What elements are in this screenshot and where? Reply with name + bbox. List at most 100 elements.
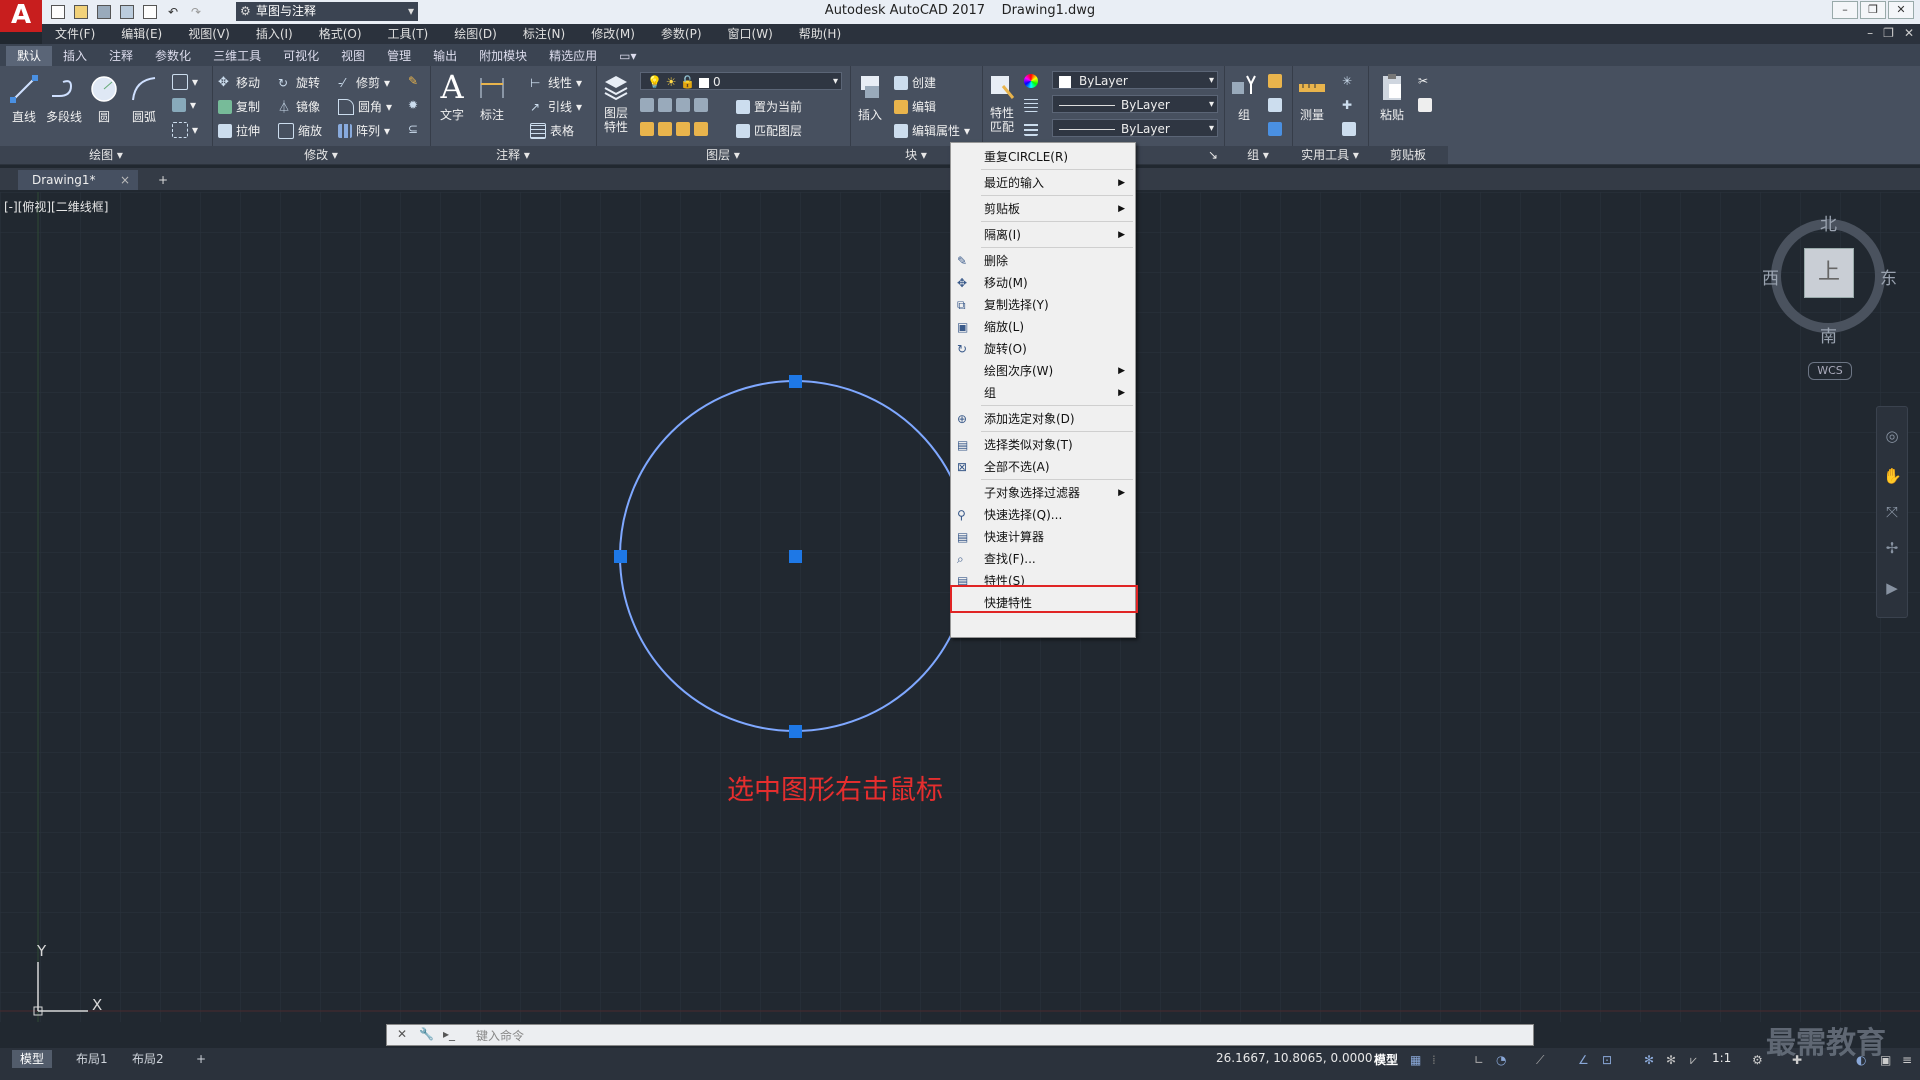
ribbon-tab-0[interactable]: 默认 (6, 46, 53, 66)
ribbon-tab-2[interactable]: 注释 (98, 46, 144, 66)
viewport-controls[interactable]: [-][俯视][二维线框] (4, 198, 108, 215)
arc-tool[interactable]: 圆弧 (124, 70, 164, 125)
layer-tools-row1[interactable] (640, 98, 708, 112)
viewcube[interactable]: 上 北 南 东 西 (1762, 215, 1897, 347)
context-menu-item[interactable]: ⊕ 添加选定对象(D) (951, 408, 1135, 430)
layer-properties-tool[interactable]: 图层特性 (596, 68, 636, 134)
copy-tool[interactable]: 复制 (218, 98, 260, 115)
match-layer-tool[interactable]: 匹配图层 (736, 122, 802, 139)
group-select-tool[interactable] (1268, 122, 1282, 136)
auto-scale-icon[interactable]: ✻ (1666, 1053, 1678, 1067)
menu-item-0[interactable]: 文件(F) (42, 24, 108, 44)
erase-tool[interactable]: ✎ (408, 74, 422, 88)
context-menu-item[interactable]: ↻ 旋转(O) (951, 338, 1135, 360)
table-tool[interactable]: 表格 (530, 122, 574, 139)
group-edit-tool[interactable] (1268, 98, 1282, 112)
panel-utilities-title[interactable]: 实用工具 ▾ (1292, 146, 1368, 164)
close-button[interactable]: ✕ (1888, 1, 1914, 19)
ribbon-tab-4[interactable]: 三维工具 (202, 46, 272, 66)
compass-west[interactable]: 西 (1762, 264, 1779, 289)
compass-south[interactable]: 南 (1820, 322, 1837, 347)
copy-clip-tool[interactable] (1418, 98, 1432, 112)
panel-annotation-title[interactable]: 注释 ▾ (430, 146, 596, 164)
redo-icon[interactable]: ↷ (186, 3, 206, 21)
explode-tool[interactable]: ✹ (408, 98, 422, 112)
group-tool[interactable]: 组 (1224, 68, 1264, 123)
ribbon-tab-1[interactable]: 插入 (52, 46, 98, 66)
context-menu-item[interactable]: ⌕ 查找(F)... (951, 548, 1135, 570)
context-menu-item[interactable]: ▤ 快速计算器 (951, 526, 1135, 548)
edit-attributes-tool[interactable]: 编辑属性 ▾ (894, 122, 970, 139)
coordinates-display[interactable]: 26.1667, 10.8065, 0.0000 (1216, 1051, 1373, 1065)
restore-button[interactable]: ❐ (1860, 1, 1886, 19)
color-dropdown[interactable]: ByLayer ▾ (1052, 71, 1218, 89)
command-line[interactable]: ✕ 🔧 ▸_ (386, 1024, 1534, 1046)
rectangle-tool[interactable]: ▾ (172, 74, 198, 90)
grid-toggle-icon[interactable]: ▦ (1410, 1053, 1422, 1067)
context-menu-item[interactable]: 组 ▶ (951, 382, 1135, 404)
annotation-visibility-icon[interactable]: ✻ (1644, 1053, 1656, 1067)
infer-constraints-icon[interactable]: ∟ (1474, 1053, 1486, 1067)
ribbon-tab-10[interactable]: 精选应用 (538, 46, 608, 66)
menu-item-5[interactable]: 工具(T) (375, 24, 442, 44)
wcs-menu[interactable]: WCS (1808, 362, 1852, 380)
annotation-scale-value[interactable]: 1:1 (1712, 1051, 1731, 1065)
offset-tool[interactable]: ⊆ (408, 122, 422, 136)
doc-close-icon[interactable]: ✕ (1904, 26, 1914, 40)
hatch-tool[interactable]: ▾ (172, 98, 196, 112)
menu-item-10[interactable]: 窗口(W) (715, 24, 786, 44)
rotate-tool[interactable]: ↻ 旋转 (278, 74, 320, 91)
id-point-tool[interactable]: ✚ (1342, 98, 1356, 112)
save-as-icon[interactable] (117, 3, 137, 21)
layer-dropdown[interactable]: 💡 ☀ 🔓 0 ▾ (640, 72, 842, 90)
context-menu-item[interactable]: 最近的输入 ▶ (951, 172, 1135, 194)
calculator-tool[interactable] (1342, 122, 1356, 136)
undo-icon[interactable]: ↶ (163, 3, 183, 21)
menu-item-7[interactable]: 标注(N) (510, 24, 578, 44)
layout-tab-0[interactable]: 模型 (12, 1050, 53, 1068)
trim-tool[interactable]: -⁄ 修剪 ▾ (338, 74, 390, 91)
linear-tool[interactable]: ⊢ 线性 ▾ (530, 74, 582, 91)
steering-wheel-icon[interactable]: ◎ (1883, 427, 1901, 445)
command-prompt-icon[interactable]: ▸_ (443, 1027, 455, 1041)
application-menu-button[interactable]: A (0, 0, 42, 32)
layout-tab-1[interactable]: 布局1 (68, 1050, 116, 1068)
move-tool[interactable]: ✥ 移动 (218, 74, 260, 91)
doc-restore-icon[interactable]: ❐ (1883, 26, 1894, 40)
context-menu-item[interactable]: 隔离(I) ▶ (951, 224, 1135, 246)
dimension-tool[interactable]: 标注 (472, 68, 512, 123)
object-snap-tracking-icon[interactable]: ∠ (1578, 1053, 1590, 1067)
menu-item-8[interactable]: 修改(M) (578, 24, 648, 44)
grip-bottom[interactable] (789, 725, 802, 738)
set-current-layer-tool[interactable]: 置为当前 (736, 98, 802, 115)
fillet-tool[interactable]: 圆角 ▾ (338, 98, 392, 115)
add-layout-button[interactable]: + (188, 1050, 214, 1068)
paste-tool[interactable]: 粘贴 (1372, 68, 1412, 123)
scale-tool[interactable]: 缩放 (278, 122, 322, 139)
stretch-tool[interactable]: 拉伸 (218, 122, 260, 139)
context-menu-item[interactable]: ⧉ 复制选择(Y) (951, 294, 1135, 316)
line-tool[interactable]: 直线 (4, 70, 44, 125)
layer-tools-row2[interactable] (640, 122, 708, 136)
workspace-switcher[interactable]: ⚙ 草图与注释 ▾ (236, 2, 418, 21)
doc-minimize-icon[interactable]: – (1867, 26, 1873, 40)
open-file-icon[interactable] (71, 3, 91, 21)
viewcube-top-face[interactable]: 上 (1804, 248, 1854, 298)
close-tab-icon[interactable]: × (120, 170, 130, 190)
file-tab-drawing1[interactable]: Drawing1* × (18, 170, 138, 190)
new-file-icon[interactable] (48, 3, 68, 21)
grip-center[interactable] (789, 550, 802, 563)
linetype-dropdown[interactable]: ByLayer ▾ (1052, 95, 1218, 113)
edit-block-tool[interactable]: 编辑 (894, 98, 936, 115)
ungroup-tool[interactable] (1268, 74, 1282, 88)
region-tool[interactable]: ▾ (172, 122, 198, 138)
close-command-icon[interactable]: ✕ (397, 1027, 407, 1041)
ribbon-tab-7[interactable]: 管理 (376, 46, 422, 66)
customize-wrench-icon[interactable]: 🔧 (419, 1027, 434, 1041)
text-tool[interactable]: A 文字 (432, 68, 472, 123)
menu-item-1[interactable]: 编辑(E) (108, 24, 175, 44)
plot-icon[interactable] (140, 3, 160, 21)
grip-left[interactable] (614, 550, 627, 563)
annotation-scale-icon[interactable]: ⩗ (1690, 1053, 1702, 1067)
model-space-toggle[interactable]: 模型 (1374, 1051, 1398, 1068)
